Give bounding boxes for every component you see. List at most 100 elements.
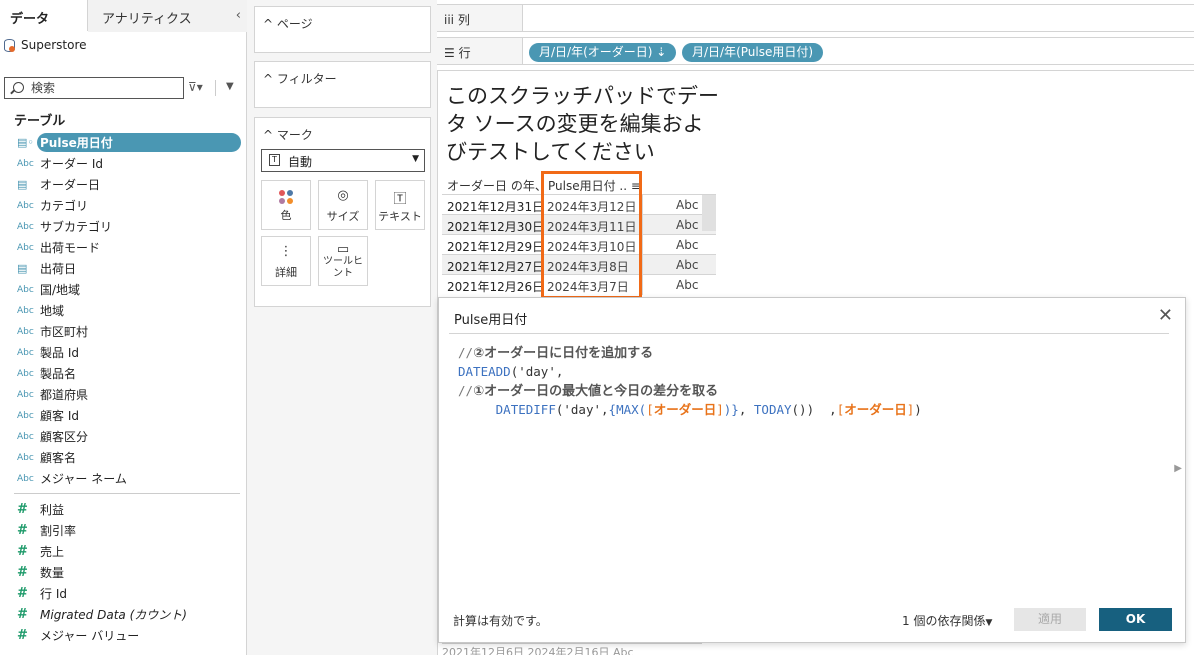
scrollbar[interactable] <box>702 195 716 231</box>
measure-item[interactable]: # 行 Id <box>0 583 246 604</box>
cell-order-date: 2021年12月29日 <box>447 240 545 254</box>
row-pill-pulse-date[interactable]: 月/日/年(Pulse用日付) <box>682 43 824 62</box>
date-type-icon: ▤ <box>17 262 28 275</box>
ok-button[interactable]: OK <box>1099 608 1172 631</box>
field-item[interactable]: ▤ 出荷日 <box>0 258 246 279</box>
string-type-icon: Abc <box>17 158 34 169</box>
apply-button[interactable]: 適用 <box>1014 608 1086 631</box>
measure-item[interactable]: # 利益 <box>0 499 246 520</box>
size-label: サイズ <box>326 210 360 223</box>
measure-item[interactable]: # 数量 <box>0 562 246 583</box>
field-item[interactable]: Abc 製品名 <box>0 363 246 384</box>
field-item[interactable]: Abc オーダー Id <box>0 153 246 174</box>
col-header-order-date[interactable]: オーダー日 の年、 <box>447 177 547 194</box>
color-button[interactable]: 色 <box>261 180 311 230</box>
field-item[interactable]: Abc 顧客区分 <box>0 426 246 447</box>
measure-item[interactable]: # 売上 <box>0 541 246 562</box>
string-type-icon: Abc <box>17 410 34 421</box>
filter-icon[interactable]: ⊽▾ <box>188 80 203 94</box>
tooltip-icon: ▭ <box>336 242 350 257</box>
size-icon: ◎ <box>337 188 349 203</box>
search-icon <box>13 82 24 93</box>
cell-abc: Abc <box>676 218 699 232</box>
field-item[interactable]: Abc 顧客名 <box>0 447 246 468</box>
measure-item[interactable]: # Migrated Data (カウント) <box>0 604 246 625</box>
code-comment-1: //②オーダー日に日付を追加する <box>458 345 654 360</box>
columns-label: iii 列 <box>437 5 523 31</box>
filters-card[interactable]: ^ フィルター <box>254 61 431 108</box>
code-fn-dateadd: DATEADD <box>458 364 511 379</box>
string-type-icon: Abc <box>17 431 34 442</box>
tab-data[interactable]: データ <box>0 0 88 33</box>
section-tables-title: テーブル <box>14 114 66 129</box>
columns-shelf[interactable]: iii 列 <box>437 4 1194 32</box>
text-mark-icon: T <box>269 154 280 166</box>
string-type-icon: Abc <box>17 347 34 358</box>
cell-abc: Abc <box>676 278 699 292</box>
field-label: Pulse用日付 <box>40 136 113 150</box>
string-type-icon: Abc <box>17 305 34 316</box>
text-label: テキスト <box>378 210 422 223</box>
field-item[interactable]: Abc 出荷モード <box>0 237 246 258</box>
pages-title: ^ ページ <box>263 17 313 31</box>
measure-item[interactable]: # メジャー バリュー <box>0 625 246 646</box>
close-icon[interactable]: ✕ <box>1158 305 1173 326</box>
datasource-item[interactable]: Superstore <box>4 38 87 52</box>
measure-item[interactable]: # 割引率 <box>0 520 246 541</box>
rows-shelf[interactable]: ☰ 行 月/日/年(オーダー日) ⇣ 月/日/年(Pulse用日付) <box>437 37 1194 65</box>
field-item[interactable]: ▤◦ Pulse用日付 <box>0 132 246 153</box>
field-item[interactable]: Abc メジャー ネーム <box>0 468 246 489</box>
field-item[interactable]: Abc 顧客 Id <box>0 405 246 426</box>
dependencies-dropdown[interactable]: 1 個の依存関係▼ <box>902 612 992 629</box>
field-label: 顧客区分 <box>40 430 89 444</box>
field-divider <box>14 493 240 494</box>
field-item[interactable]: Abc 国/地域 <box>0 279 246 300</box>
field-item[interactable]: Abc 市区町村 <box>0 321 246 342</box>
field-item[interactable]: Abc 製品 Id <box>0 342 246 363</box>
search-input[interactable]: 検索 <box>4 77 184 99</box>
dialog-divider <box>449 333 1169 334</box>
number-type-icon: # <box>17 565 28 580</box>
row-pill-order-date[interactable]: 月/日/年(オーダー日) ⇣ <box>529 43 677 62</box>
string-type-icon: Abc <box>17 473 34 484</box>
tooltip-label: ツールヒ ント <box>323 256 363 279</box>
detail-button[interactable]: ⋮ 詳細 <box>261 236 311 286</box>
text-button[interactable]: 🅃 テキスト <box>375 180 425 230</box>
field-item[interactable]: Abc 地域 <box>0 300 246 321</box>
mark-type-select[interactable]: T 自動 ▼ <box>261 149 425 172</box>
tab-analytics[interactable]: アナリティクス ‹ <box>88 0 247 32</box>
field-item[interactable]: Abc 都道府県 <box>0 384 246 405</box>
measure-label: 割引率 <box>40 524 77 538</box>
color-icon <box>279 190 293 204</box>
cell-divider <box>642 195 643 215</box>
color-label: 色 <box>280 209 292 222</box>
field-item[interactable]: Abc カテゴリ <box>0 195 246 216</box>
tab-analytics-label: アナリティクス <box>102 12 192 27</box>
field-item[interactable]: Abc サブカテゴリ <box>0 216 246 237</box>
calc-date-icon: ▤◦ <box>17 136 34 149</box>
measure-label: Migrated Data (カウント) <box>40 608 187 622</box>
field-label: サブカテゴリ <box>40 220 113 234</box>
pages-card[interactable]: ^ ページ <box>254 6 431 53</box>
cell-abc: Abc <box>676 198 699 212</box>
field-label: 国/地域 <box>40 283 81 297</box>
chevron-down-icon: ▼ <box>985 618 993 628</box>
date-type-icon: ▤ <box>17 178 28 191</box>
expand-icon[interactable]: ▶ <box>1174 463 1182 474</box>
field-label: 市区町村 <box>40 325 89 339</box>
field-label: 製品 Id <box>40 346 79 360</box>
tooltip-button[interactable]: ▭ ツールヒ ント <box>318 236 368 286</box>
chevron-down-icon[interactable]: ▼ <box>226 81 234 92</box>
highlight-box <box>541 171 642 299</box>
field-label: 顧客 Id <box>40 409 79 423</box>
toolbar-divider <box>215 80 216 96</box>
calc-editor[interactable]: //②オーダー日に日付を追加する DATEADD('day', //①オーダー日… <box>458 343 922 420</box>
field-label: メジャー ネーム <box>40 472 127 486</box>
code-fn-datediff: DATEDIFF <box>495 402 556 417</box>
database-icon <box>4 38 15 52</box>
code-field-order-date-2: オーダー日 <box>844 403 907 417</box>
field-item[interactable]: ▤ オーダー日 <box>0 174 246 195</box>
collapse-pane-icon[interactable]: ‹ <box>236 8 241 23</box>
size-button[interactable]: ◎ サイズ <box>318 180 368 230</box>
mark-type-value: 自動 <box>288 155 313 169</box>
